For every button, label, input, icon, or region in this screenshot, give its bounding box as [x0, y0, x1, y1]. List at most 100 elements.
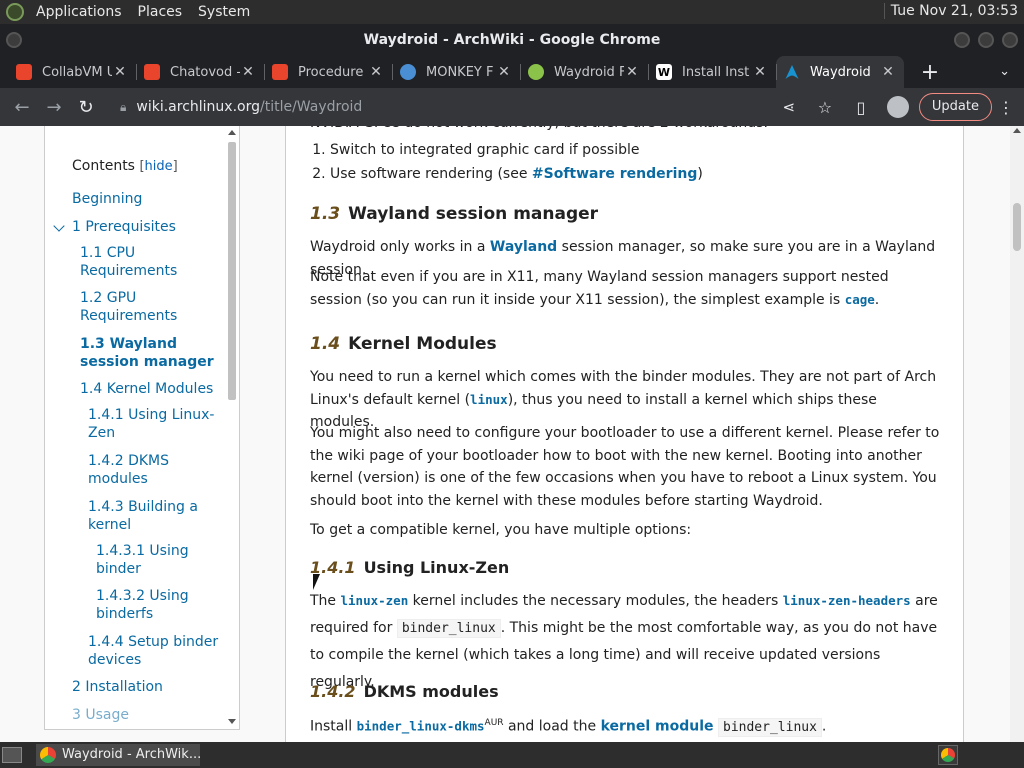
tab-search-chevron-icon[interactable]: ⌄ [999, 64, 1010, 79]
tab-label: MONKEY F [426, 64, 494, 80]
new-tab-button[interactable]: + [914, 58, 946, 88]
close-tab-icon[interactable]: ✕ [496, 64, 512, 80]
window-titlebar[interactable]: Waydroid - ArchWiki - Google Chrome [0, 24, 1024, 56]
toc-collapse-chevron-icon[interactable] [53, 220, 65, 232]
taskbar-window-button[interactable]: Waydroid - ArchWik... [36, 744, 200, 766]
toc-title: Contents [72, 158, 135, 174]
toc-item-setup-binder-devices[interactable]: 1.4.4 Setup binder devices [88, 633, 228, 669]
paragraph: The linux-zen kernel includes the necess… [310, 593, 938, 690]
update-button[interactable]: Update [918, 93, 992, 121]
toc-scroll-down-icon[interactable] [228, 719, 236, 724]
inline-code: binder_linux [718, 717, 822, 737]
toc-heading: Contents [hide] [72, 158, 178, 174]
linux-zen-link[interactable]: linux-zen [341, 593, 409, 608]
kernel-module-link[interactable]: kernel module [601, 719, 714, 735]
close-tab-icon[interactable]: ✕ [112, 64, 128, 80]
lock-icon[interactable]: 🔒︎ [120, 93, 126, 121]
toc-scrollbar[interactable] [227, 130, 237, 724]
paragraph: To get a compatible kernel, you have mul… [310, 522, 692, 538]
tray-chrome-icon[interactable] [938, 745, 958, 765]
tab-label: Waydroid [810, 64, 871, 80]
article-content: NVIDIA GPUs do not work currently, but t… [285, 126, 964, 742]
linux-zen-headers-link[interactable]: linux-zen-headers [783, 593, 911, 608]
toc-item-using-binderfs[interactable]: 1.4.3.2 Using binderfs [96, 587, 206, 623]
tab-collabvm[interactable]: CollabVM U ✕ [8, 56, 136, 88]
url-path: /title/Waydroid [260, 99, 363, 115]
toc-item-usage[interactable]: 3 Usage [72, 706, 222, 724]
page-scroll-thumb[interactable] [1013, 203, 1021, 251]
toc-item-prerequisites[interactable]: 1 Prerequisites [72, 218, 222, 236]
toc-item-using-binder[interactable]: 1.4.3.1 Using binder [96, 542, 206, 578]
close-tab-icon[interactable]: ✕ [880, 64, 896, 80]
tab-favicon-icon [400, 64, 416, 80]
toc-item-using-linux-zen[interactable]: 1.4.1 Using Linux-Zen [88, 406, 218, 442]
distro-logo-icon[interactable] [6, 3, 24, 21]
close-tab-icon[interactable]: ✕ [624, 64, 640, 80]
page-scrollbar[interactable] [1010, 126, 1024, 742]
list-item: Switch to integrated graphic card if pos… [330, 138, 703, 162]
more-menu-icon[interactable]: ⋮ [996, 98, 1016, 117]
cage-link[interactable]: cage [845, 292, 875, 307]
maximize-icon[interactable] [978, 32, 994, 48]
cut-off-paragraph: NVIDIA GPUs do not work currently, but t… [310, 126, 940, 135]
tab-favicon-icon [272, 64, 288, 80]
back-icon[interactable]: ← [6, 91, 38, 123]
tab-label: Install Inst [682, 64, 750, 80]
tab-waydroid-github[interactable]: Waydroid F ✕ [520, 56, 648, 88]
paragraph: Install binder_linux-dkmsAUR and load th… [310, 717, 827, 737]
share-icon[interactable]: ⋖ [773, 91, 805, 123]
places-menu[interactable]: Places [130, 4, 191, 20]
toc-scroll-thumb[interactable] [228, 142, 236, 400]
binder-linux-dkms-link[interactable]: binder_linux-dkms [357, 719, 485, 734]
forward-icon[interactable]: → [38, 91, 70, 123]
toc-item-building-a-kernel[interactable]: 1.4.3 Building a kernel [88, 498, 213, 534]
table-of-contents: Contents [hide] Beginning 1 Prerequisite… [44, 126, 240, 730]
wayland-link[interactable]: Wayland [490, 239, 557, 255]
paragraph: You might also need to configure your bo… [310, 425, 940, 509]
url-host: wiki.archlinux.org [136, 99, 260, 115]
close-tab-icon[interactable]: ✕ [368, 64, 384, 80]
toc-hide-link[interactable]: hide [145, 159, 173, 174]
tab-chatovod[interactable]: Chatovod - ✕ [136, 56, 264, 88]
bookmark-star-icon[interactable]: ☆ [809, 91, 841, 123]
toc-item-beginning[interactable]: Beginning [72, 190, 222, 208]
mouse-cursor-icon [313, 574, 320, 590]
toc-item-wayland-session-manager[interactable]: 1.3 Wayland session manager [80, 335, 230, 371]
close-window-icon[interactable] [1002, 32, 1018, 48]
tab-procedure[interactable]: Procedure ✕ [264, 56, 392, 88]
tab-waydroid-archwiki[interactable]: Waydroid ✕ [776, 56, 904, 88]
section-heading-1-3: 1.3 Wayland session manager [310, 204, 599, 224]
side-panel-icon[interactable]: ▯ [845, 91, 877, 123]
tab-strip: CollabVM U ✕ Chatovod - ✕ Procedure ✕ MO… [0, 56, 1024, 88]
software-rendering-link[interactable]: #Software rendering [532, 166, 697, 182]
applications-menu[interactable]: Applications [28, 4, 130, 20]
toc-item-gpu-requirements[interactable]: 1.2 GPU Requirements [80, 289, 190, 325]
tab-favicon-icon [16, 64, 32, 80]
tab-monkey[interactable]: MONKEY F ✕ [392, 56, 520, 88]
tab-install-instructions[interactable]: W Install Inst ✕ [648, 56, 776, 88]
toc-item-kernel-modules[interactable]: 1.4 Kernel Modules [80, 380, 230, 398]
toc-scroll-up-icon[interactable] [228, 130, 236, 135]
archlinux-favicon-icon [784, 64, 800, 80]
address-bar[interactable]: 🔒︎ wiki.archlinux.org/title/Waydroid [112, 93, 792, 121]
linux-package-link[interactable]: linux [470, 392, 508, 407]
toc-item-installation[interactable]: 2 Installation [72, 678, 222, 696]
tab-favicon-icon [528, 64, 544, 80]
system-menu[interactable]: System [190, 4, 258, 20]
page-scroll-up-icon[interactable] [1013, 128, 1021, 133]
aur-superscript[interactable]: AUR [485, 718, 504, 728]
tab-label: Procedure [298, 64, 364, 80]
show-desktop-icon[interactable] [2, 747, 22, 763]
close-tab-icon[interactable]: ✕ [752, 64, 768, 80]
close-tab-icon[interactable]: ✕ [240, 64, 256, 80]
window-menu-icon[interactable] [6, 32, 22, 48]
tab-label: Chatovod - [170, 64, 240, 80]
toc-item-cpu-requirements[interactable]: 1.1 CPU Requirements [80, 244, 190, 280]
taskbar-window-label: Waydroid - ArchWik... [62, 747, 200, 762]
profile-avatar[interactable] [886, 96, 909, 118]
clock[interactable]: Tue Nov 21, 03:53 [883, 3, 1018, 19]
toc-item-dkms-modules[interactable]: 1.4.2 DKMS modules [88, 452, 193, 488]
reload-icon[interactable]: ↻ [70, 91, 102, 123]
minimize-icon[interactable] [954, 32, 970, 48]
chrome-icon [40, 747, 56, 763]
